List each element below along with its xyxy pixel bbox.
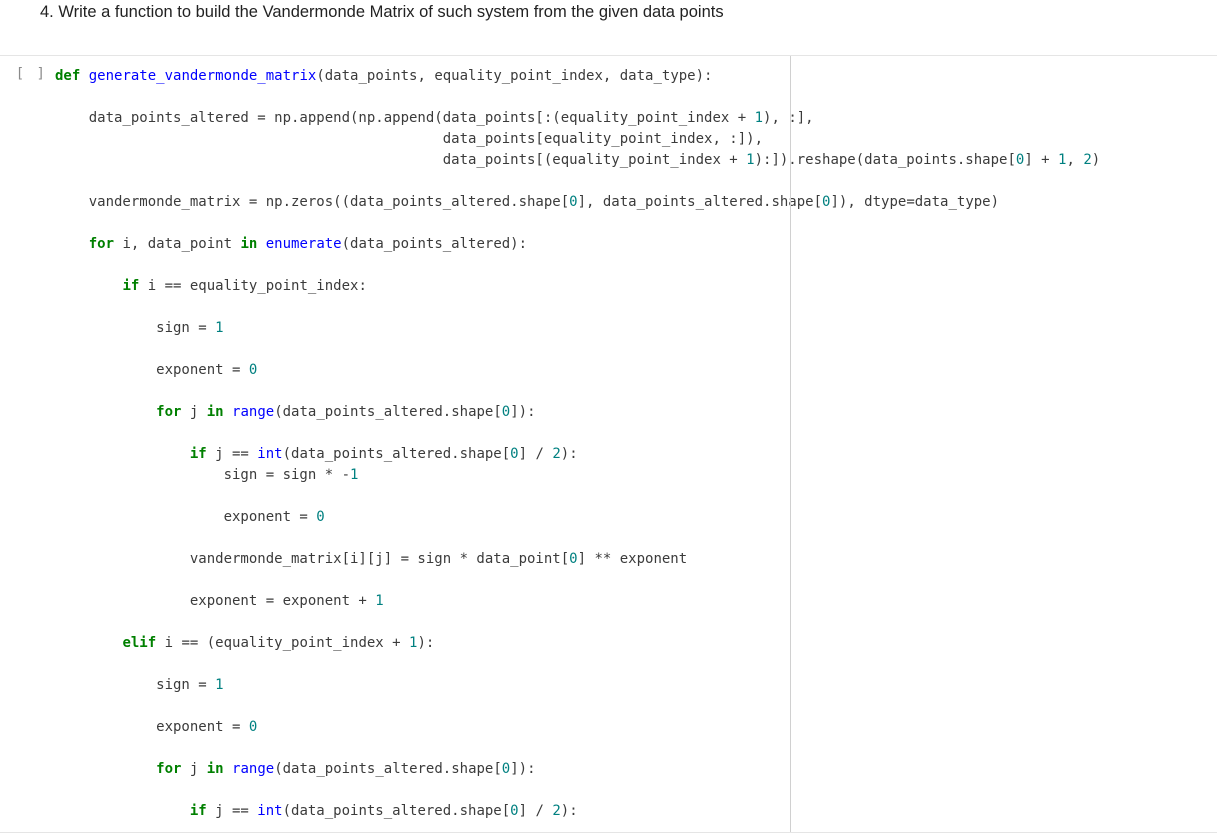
code-cell[interactable]: [ ] def generate_vandermonde_matrix(data… xyxy=(0,55,1217,833)
cell-prompt: [ ] xyxy=(0,56,55,82)
section-heading: 4. Write a function to build the Vanderm… xyxy=(0,0,1217,25)
code-content[interactable]: def generate_vandermonde_matrix(data_poi… xyxy=(55,56,1217,832)
